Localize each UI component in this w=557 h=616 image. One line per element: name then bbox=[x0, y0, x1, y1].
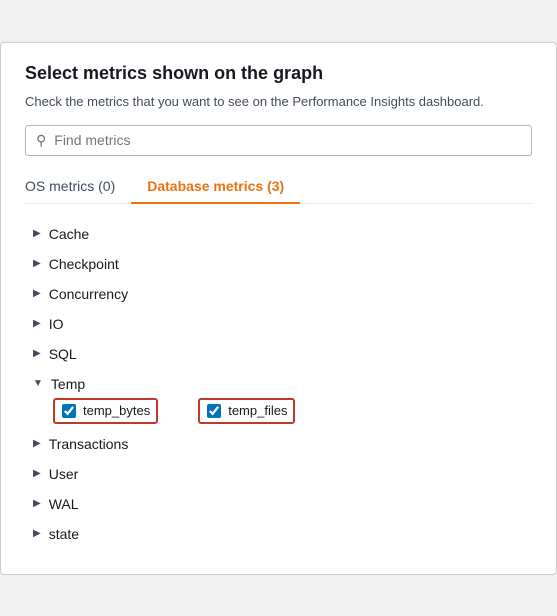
group-wal-header[interactable]: ▶ WAL bbox=[29, 490, 528, 518]
group-concurrency-label: Concurrency bbox=[49, 286, 128, 302]
temp-files-label: temp_files bbox=[228, 403, 287, 418]
metrics-list: ▶ Cache ▶ Checkpoint ▶ Concurrency ▶ IO bbox=[25, 220, 532, 548]
arrow-icon: ▶ bbox=[33, 498, 41, 509]
group-temp: ▼ Temp temp_bytes temp_files bbox=[29, 370, 528, 424]
temp-files-checkbox-wrap bbox=[206, 403, 222, 419]
tabs-container: OS metrics (0) Database metrics (3) bbox=[25, 170, 532, 204]
metric-item-temp-bytes: temp_bytes bbox=[53, 398, 158, 424]
arrow-icon: ▶ bbox=[33, 258, 41, 269]
group-cache-header[interactable]: ▶ Cache bbox=[29, 220, 528, 248]
group-io-label: IO bbox=[49, 316, 64, 332]
group-temp-header[interactable]: ▼ Temp bbox=[29, 370, 528, 398]
group-transactions: ▶ Transactions bbox=[29, 430, 528, 458]
group-transactions-label: Transactions bbox=[49, 436, 129, 452]
tab-database-metrics[interactable]: Database metrics (3) bbox=[131, 170, 300, 204]
group-state: ▶ state bbox=[29, 520, 528, 548]
group-state-header[interactable]: ▶ state bbox=[29, 520, 528, 548]
group-user-label: User bbox=[49, 466, 79, 482]
group-sql-header[interactable]: ▶ SQL bbox=[29, 340, 528, 368]
temp-items: temp_bytes temp_files bbox=[29, 398, 528, 424]
arrow-icon: ▶ bbox=[33, 288, 41, 299]
arrow-icon: ▶ bbox=[33, 438, 41, 449]
group-cache-label: Cache bbox=[49, 226, 89, 242]
arrow-icon: ▶ bbox=[33, 528, 41, 539]
group-state-label: state bbox=[49, 526, 79, 542]
arrow-icon: ▶ bbox=[33, 318, 41, 329]
group-temp-label: Temp bbox=[51, 376, 85, 392]
arrow-icon: ▶ bbox=[33, 468, 41, 479]
metric-item-temp-files: temp_files bbox=[198, 398, 295, 424]
group-checkpoint-label: Checkpoint bbox=[49, 256, 119, 272]
group-sql: ▶ SQL bbox=[29, 340, 528, 368]
group-user: ▶ User bbox=[29, 460, 528, 488]
search-input[interactable] bbox=[54, 132, 521, 148]
temp-files-checkbox[interactable] bbox=[207, 404, 221, 418]
temp-bytes-checkbox-wrap bbox=[61, 403, 77, 419]
group-checkpoint: ▶ Checkpoint bbox=[29, 250, 528, 278]
arrow-icon: ▶ bbox=[33, 348, 41, 359]
group-sql-label: SQL bbox=[49, 346, 77, 362]
select-metrics-modal: Select metrics shown on the graph Check … bbox=[0, 42, 557, 575]
modal-title: Select metrics shown on the graph bbox=[25, 63, 532, 84]
group-transactions-header[interactable]: ▶ Transactions bbox=[29, 430, 528, 458]
modal-description: Check the metrics that you want to see o… bbox=[25, 94, 532, 109]
group-io: ▶ IO bbox=[29, 310, 528, 338]
group-wal: ▶ WAL bbox=[29, 490, 528, 518]
group-user-header[interactable]: ▶ User bbox=[29, 460, 528, 488]
tab-os-metrics[interactable]: OS metrics (0) bbox=[25, 170, 131, 204]
search-icon: ⚲ bbox=[36, 132, 46, 149]
group-checkpoint-header[interactable]: ▶ Checkpoint bbox=[29, 250, 528, 278]
group-wal-label: WAL bbox=[49, 496, 79, 512]
group-io-header[interactable]: ▶ IO bbox=[29, 310, 528, 338]
temp-bytes-label: temp_bytes bbox=[83, 403, 150, 418]
arrow-down-icon: ▼ bbox=[33, 378, 43, 389]
group-concurrency-header[interactable]: ▶ Concurrency bbox=[29, 280, 528, 308]
search-box: ⚲ bbox=[25, 125, 532, 156]
group-cache: ▶ Cache bbox=[29, 220, 528, 248]
group-concurrency: ▶ Concurrency bbox=[29, 280, 528, 308]
temp-bytes-checkbox[interactable] bbox=[62, 404, 76, 418]
arrow-icon: ▶ bbox=[33, 228, 41, 239]
